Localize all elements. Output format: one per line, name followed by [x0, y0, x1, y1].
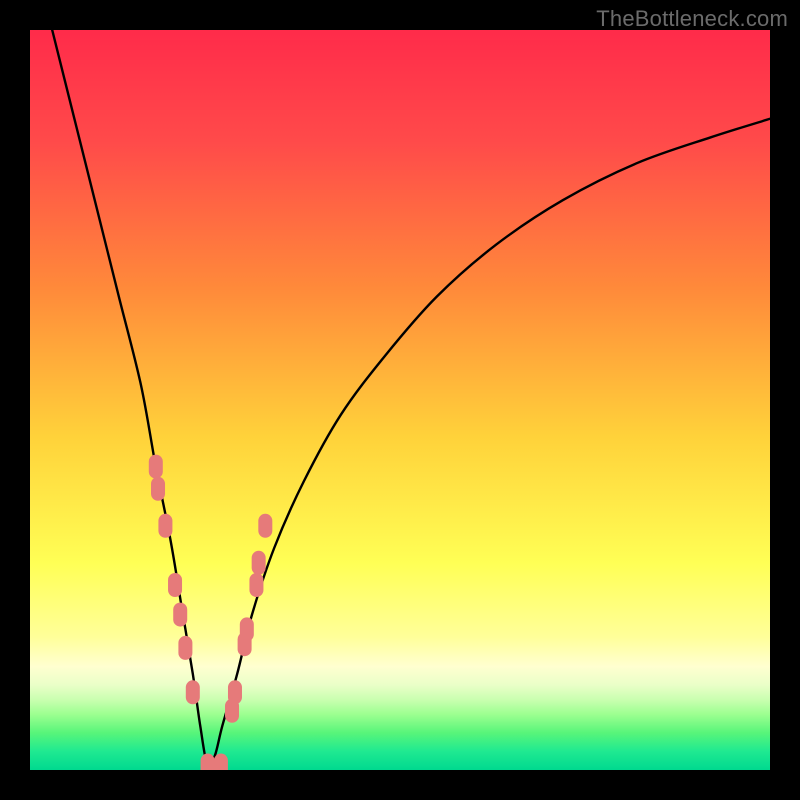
data-marker [258, 514, 272, 538]
data-marker [173, 603, 187, 627]
data-marker [240, 617, 254, 641]
watermark-text: TheBottleneck.com [596, 6, 788, 32]
data-marker [228, 680, 242, 704]
data-marker [168, 573, 182, 597]
plot-area [30, 30, 770, 770]
data-marker [158, 514, 172, 538]
chart-frame: TheBottleneck.com [0, 0, 800, 800]
data-marker [186, 680, 200, 704]
marker-layer [30, 30, 770, 770]
data-marker [201, 754, 215, 770]
data-marker [151, 477, 165, 501]
data-marker [252, 551, 266, 575]
data-marker [214, 754, 228, 770]
data-marker [178, 636, 192, 660]
data-marker [249, 573, 263, 597]
data-marker [149, 455, 163, 479]
